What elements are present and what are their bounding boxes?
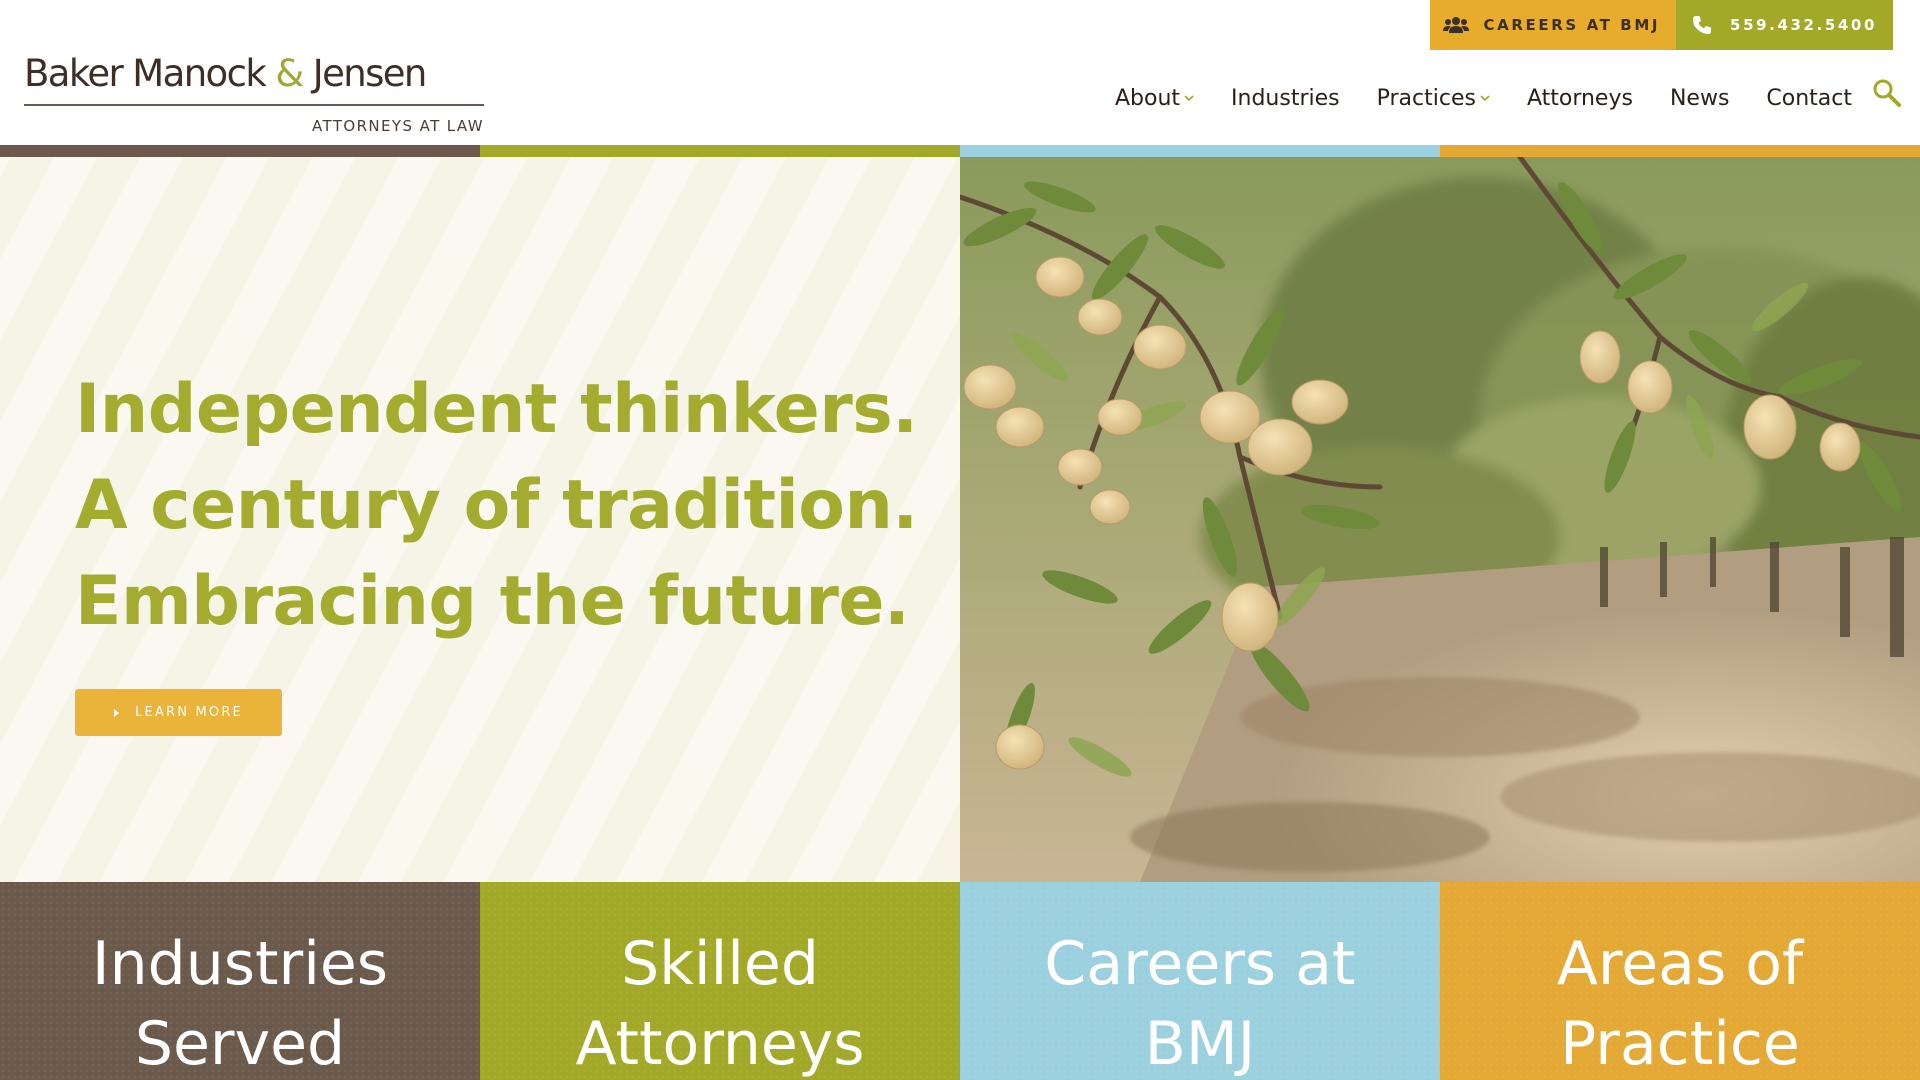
headline-line: Embracing the future. bbox=[75, 562, 910, 641]
headline-line: A century of tradition. bbox=[75, 466, 918, 545]
color-strip bbox=[0, 145, 1920, 157]
nav-item-attorneys[interactable]: Attorneys bbox=[1527, 86, 1633, 111]
nav-item-about[interactable]: About bbox=[1115, 86, 1194, 111]
people-group-icon bbox=[1442, 14, 1470, 36]
tile-areas-of-practice[interactable]: Areas of Practice bbox=[1440, 882, 1920, 1080]
utility-bar: CAREERS AT BMJ 559.432.5400 bbox=[1429, 0, 1893, 50]
strip-brown bbox=[0, 145, 480, 157]
tile-label-line: Industries bbox=[91, 929, 389, 999]
nav-item-industries[interactable]: Industries bbox=[1231, 86, 1340, 111]
nav-label: News bbox=[1669, 86, 1730, 111]
tile-label: Industries Served bbox=[40, 924, 440, 1080]
logo-wordmark: Baker Manock & Jensen bbox=[24, 52, 428, 95]
nav-label: Practices bbox=[1376, 86, 1476, 111]
tile-label-line: BMJ bbox=[1144, 1009, 1256, 1079]
tile-label-line: Careers at bbox=[1044, 929, 1356, 999]
feature-tiles: Industries Served Skilled Attorneys Care… bbox=[0, 882, 1920, 1080]
headline-line: Independent thinkers. bbox=[75, 370, 918, 449]
site-header: Baker Manock & Jensen ATTORNEYS AT LAW C… bbox=[0, 0, 1920, 145]
nav-label: Industries bbox=[1231, 86, 1340, 111]
nav-label: About bbox=[1114, 86, 1181, 111]
tile-label-line: Areas of bbox=[1556, 929, 1804, 999]
tile-label-line: Served bbox=[134, 1009, 346, 1079]
main-nav: About Industries Practices Attorneys New… bbox=[1078, 86, 1852, 111]
logo-divider bbox=[24, 104, 484, 106]
search-icon[interactable] bbox=[1872, 78, 1902, 108]
chevron-down-icon bbox=[1480, 94, 1490, 104]
learn-more-button[interactable]: LEARN MORE bbox=[75, 689, 282, 736]
strip-olive bbox=[480, 145, 960, 157]
tile-label-line: Skilled bbox=[621, 929, 819, 999]
tile-careers-at-bmj[interactable]: Careers at BMJ bbox=[960, 882, 1440, 1080]
tile-label: Skilled Attorneys bbox=[520, 924, 920, 1080]
hero-image bbox=[960, 157, 1920, 882]
tile-industries-served[interactable]: Industries Served bbox=[0, 882, 480, 1080]
learn-more-label: LEARN MORE bbox=[135, 705, 243, 720]
tile-label: Careers at BMJ bbox=[1000, 924, 1400, 1080]
tile-label-line: Practice bbox=[1560, 1009, 1800, 1079]
logo-name-part2: Jensen bbox=[312, 52, 428, 95]
nav-item-contact[interactable]: Contact bbox=[1766, 86, 1852, 111]
logo-name-part1: Baker Manock bbox=[24, 52, 267, 95]
strip-gold bbox=[1440, 145, 1920, 157]
tile-label-line: Attorneys bbox=[575, 1009, 865, 1079]
brand-logo[interactable]: Baker Manock & Jensen ATTORNEYS AT LAW bbox=[24, 52, 484, 140]
chevron-down-icon bbox=[1184, 94, 1194, 104]
hero-headline: Independent thinkers. A century of tradi… bbox=[75, 362, 918, 650]
tile-skilled-attorneys[interactable]: Skilled Attorneys bbox=[480, 882, 960, 1080]
phone-label: 559.432.5400 bbox=[1730, 16, 1877, 34]
careers-button[interactable]: CAREERS AT BMJ bbox=[1429, 0, 1677, 50]
logo-ampersand: & bbox=[275, 52, 304, 95]
phone-button[interactable]: 559.432.5400 bbox=[1676, 0, 1893, 50]
logo-subtitle: ATTORNEYS AT LAW bbox=[312, 117, 484, 135]
nav-label: Contact bbox=[1766, 86, 1852, 111]
play-arrow-icon bbox=[114, 708, 120, 717]
almond-orchard-photo bbox=[960, 157, 1920, 882]
nav-item-practices[interactable]: Practices bbox=[1377, 86, 1490, 111]
phone-icon bbox=[1688, 14, 1716, 36]
tile-label: Areas of Practice bbox=[1480, 924, 1880, 1080]
nav-item-news[interactable]: News bbox=[1670, 86, 1729, 111]
nav-label: Attorneys bbox=[1526, 86, 1633, 111]
careers-label: CAREERS AT BMJ bbox=[1483, 16, 1661, 34]
hero-text-panel: Independent thinkers. A century of tradi… bbox=[0, 157, 960, 882]
strip-sky bbox=[960, 145, 1440, 157]
